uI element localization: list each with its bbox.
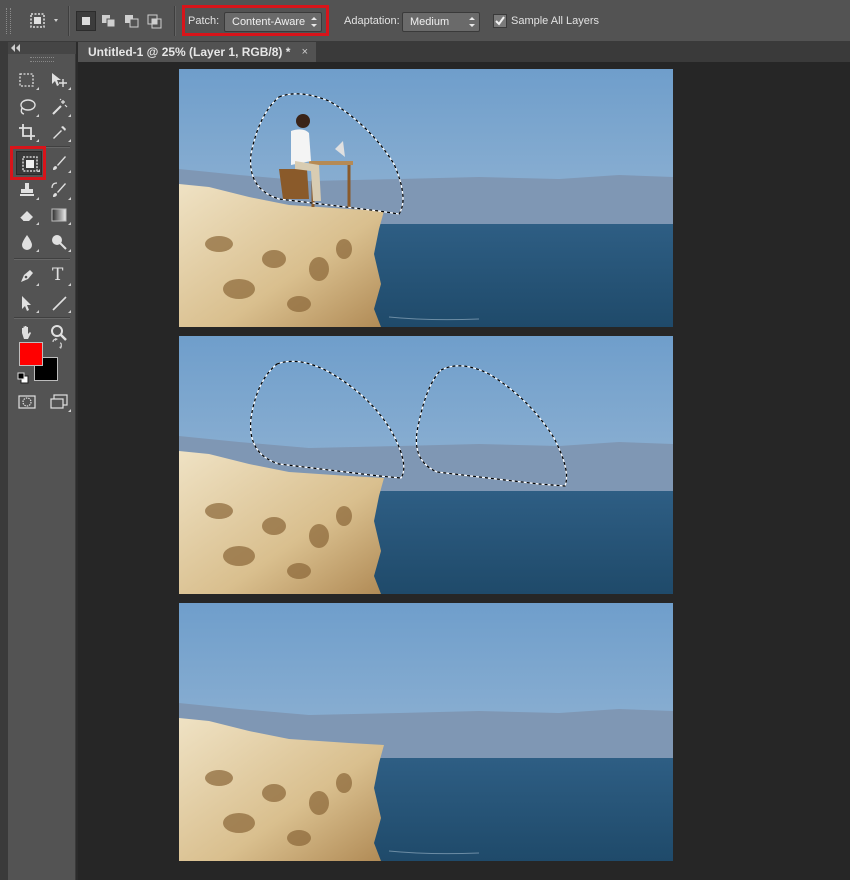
- blur-tool[interactable]: [14, 230, 40, 254]
- path-selection-icon: [22, 296, 31, 311]
- sample-all-layers-label: Sample All Layers: [511, 15, 600, 27]
- options-separator: [68, 6, 70, 36]
- rectangular-marquee-icon: [19, 73, 34, 87]
- intersect-selection-icon: [147, 14, 162, 29]
- toolbox-panel: T: [8, 42, 76, 880]
- add-to-selection-button[interactable]: [99, 11, 119, 31]
- hand-icon: [22, 326, 31, 339]
- lasso-icon: [20, 99, 36, 115]
- subtract-from-selection-icon: [125, 15, 139, 28]
- type-tool[interactable]: T: [46, 264, 72, 288]
- toolbox-header: [8, 42, 76, 54]
- dodge-tool[interactable]: [46, 230, 72, 254]
- patch-mode-value: Content-Aware: [232, 16, 306, 28]
- quick-mask-icon: [18, 395, 36, 409]
- gradient-tool[interactable]: [46, 203, 72, 227]
- crop-icon: [19, 124, 35, 140]
- patch-mode-dropdown[interactable]: Content-Aware: [224, 12, 322, 32]
- brush-icon: [53, 156, 66, 170]
- magic-wand-tool[interactable]: [46, 95, 72, 119]
- new-selection-icon: [82, 17, 90, 25]
- eraser-tool[interactable]: [14, 203, 40, 227]
- photo-result[interactable]: [179, 603, 673, 861]
- subtract-from-selection-button[interactable]: [122, 11, 142, 31]
- pen-tool[interactable]: [14, 264, 40, 288]
- document-tab-bar: Untitled-1 @ 25% (Layer 1, RGB/8) * ×: [78, 42, 850, 62]
- magic-wand-icon: [52, 98, 68, 115]
- clone-stamp-tool[interactable]: [14, 178, 40, 202]
- eyedropper-icon: [53, 126, 66, 139]
- checkmark-icon: [495, 16, 505, 26]
- add-to-selection-icon: [102, 15, 116, 28]
- line-tool[interactable]: [46, 291, 72, 315]
- patch-tool[interactable]: [16, 151, 42, 175]
- options-separator: [174, 6, 176, 36]
- options-bar-grip[interactable]: [6, 8, 11, 34]
- document-tab-title: Untitled-1 @ 25% (Layer 1, RGB/8) *: [88, 45, 291, 59]
- foreground-color-swatch[interactable]: [19, 342, 43, 366]
- screen-mode-icon: [50, 394, 68, 409]
- eyedropper-tool[interactable]: [46, 120, 72, 144]
- toolbox-separator: [14, 258, 70, 260]
- eraser-icon: [19, 211, 33, 222]
- adaptation-dropdown[interactable]: Medium: [402, 12, 480, 32]
- path-selection-tool[interactable]: [14, 291, 40, 315]
- quick-mask-button[interactable]: [14, 390, 40, 414]
- photo-original[interactable]: [179, 69, 673, 327]
- history-brush-tool[interactable]: [46, 178, 72, 202]
- crop-tool[interactable]: [14, 120, 40, 144]
- document-tab[interactable]: Untitled-1 @ 25% (Layer 1, RGB/8) * ×: [78, 42, 316, 62]
- collapse-panel-icon[interactable]: [10, 43, 22, 53]
- blur-drop-icon: [22, 235, 32, 250]
- dropdown-arrows-icon: [311, 17, 317, 27]
- adaptation-value: Medium: [410, 16, 450, 28]
- patch-label: Patch:: [188, 15, 220, 27]
- toolbox-separator: [14, 317, 70, 319]
- patch-tool-preset-icon: [30, 13, 58, 28]
- canvas-area: [78, 62, 850, 880]
- move-icon: [52, 73, 67, 87]
- gradient-icon: [51, 208, 67, 222]
- sample-all-layers-checkbox[interactable]: [493, 14, 507, 28]
- history-brush-icon: [51, 182, 66, 197]
- dropdown-arrows-icon: [469, 17, 475, 27]
- screen-mode-button[interactable]: [46, 390, 72, 414]
- pen-icon: [21, 270, 33, 282]
- default-colors-icon[interactable]: [17, 372, 29, 384]
- toolbox-grip[interactable]: [30, 57, 54, 62]
- intersect-selection-button[interactable]: [145, 11, 165, 31]
- options-bar: Patch: Content-Aware Adaptation: Medium …: [0, 0, 850, 42]
- type-icon: T: [52, 265, 64, 285]
- photo-patch-selection[interactable]: [179, 336, 673, 594]
- adaptation-label: Adaptation:: [344, 15, 400, 27]
- marquee-tool[interactable]: [14, 68, 40, 92]
- close-tab-icon[interactable]: ×: [302, 42, 308, 62]
- brush-tool[interactable]: [46, 151, 72, 175]
- left-edge-strip: [0, 42, 8, 880]
- dodge-icon: [52, 235, 67, 250]
- lasso-tool[interactable]: [14, 95, 40, 119]
- clone-stamp-icon: [20, 183, 34, 196]
- move-tool[interactable]: [46, 68, 72, 92]
- swap-colors-icon[interactable]: [51, 338, 63, 350]
- line-icon: [52, 296, 67, 311]
- new-selection-button[interactable]: [76, 11, 96, 31]
- tool-preset-picker[interactable]: [24, 10, 64, 32]
